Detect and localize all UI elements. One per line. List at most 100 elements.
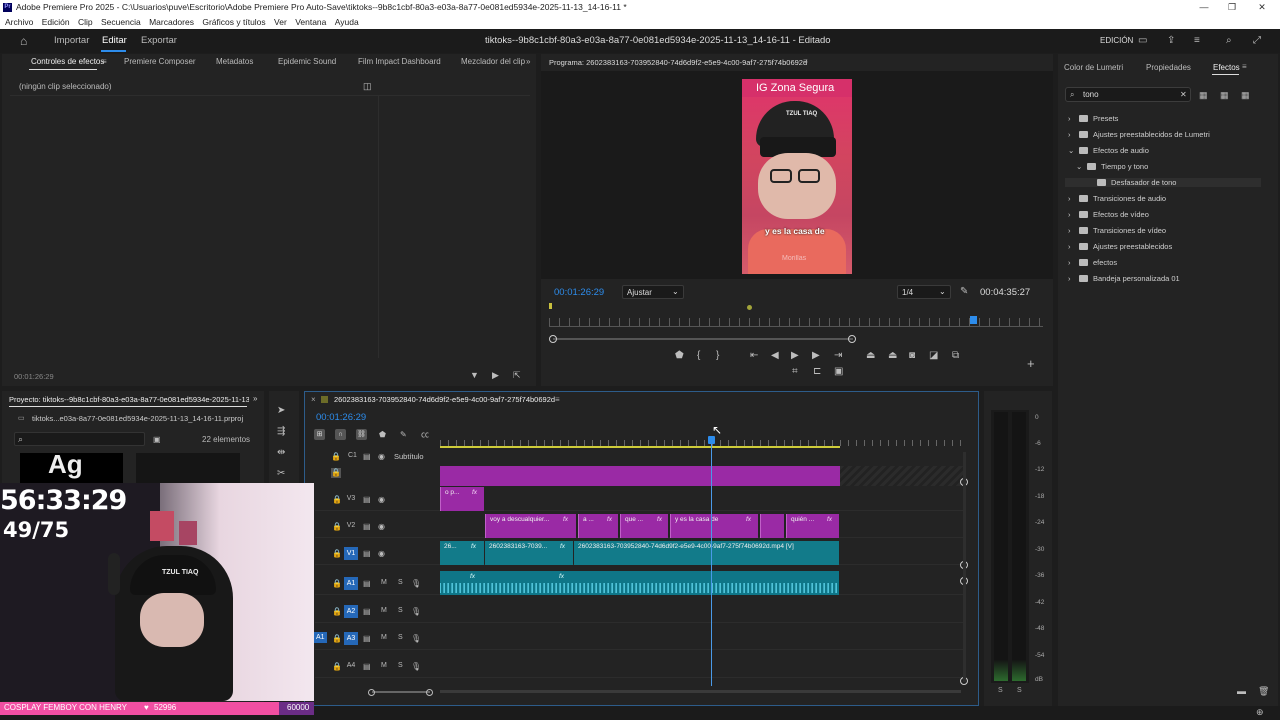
chevron-right-icon[interactable]: › bbox=[1068, 114, 1079, 123]
step-back-icon[interactable]: ◀ bbox=[771, 351, 779, 361]
v2-clip-2[interactable]: a ... fx bbox=[578, 514, 618, 538]
chevron-down-icon[interactable]: ⌄ bbox=[1076, 162, 1087, 171]
menu-item-ventana[interactable]: Ventana bbox=[295, 17, 326, 27]
filter-icon[interactable]: ▼ bbox=[470, 370, 479, 380]
project-search-input[interactable]: ⌕ bbox=[14, 432, 145, 446]
tab-premiere-composer[interactable]: Premiere Composer bbox=[124, 54, 196, 70]
effects-tree-item[interactable]: › Transiciones de vídeo bbox=[1068, 226, 1166, 235]
tab-effect-controls[interactable]: Controles de efectos bbox=[31, 54, 104, 70]
menu-item-edicion[interactable]: Edición bbox=[42, 17, 70, 27]
track-v3-label[interactable]: V3 bbox=[344, 495, 358, 502]
multi-camera-icon[interactable]: ⧉ bbox=[952, 351, 959, 361]
zoom-handle-right[interactable] bbox=[848, 335, 856, 343]
effects-tree-item[interactable]: Desfasador de tono bbox=[1065, 178, 1261, 187]
microphone-icon[interactable]: 🎙 bbox=[411, 579, 421, 588]
track-a1-label[interactable]: A1 bbox=[344, 577, 358, 590]
eye-icon[interactable]: ◉ bbox=[378, 452, 385, 462]
lock-icon[interactable]: 🔒 bbox=[332, 607, 342, 616]
sync-lock-icon[interactable]: ▤ bbox=[363, 549, 371, 558]
track-a4-label[interactable]: A4 bbox=[344, 662, 358, 669]
timeline-horizontal-scrollbar[interactable] bbox=[368, 689, 433, 696]
more-tabs-icon[interactable]: » bbox=[526, 54, 530, 70]
safe-margins-icon[interactable]: ⌗ bbox=[792, 367, 798, 377]
timeline-menu-icon[interactable]: ≡ bbox=[555, 395, 560, 404]
fit-dropdown[interactable]: Ajustar ⌄ bbox=[622, 285, 684, 299]
program-timecode[interactable]: 00:01:26:29 bbox=[554, 287, 604, 298]
trim-icon[interactable]: ⊏ bbox=[813, 367, 821, 377]
effects-search-input[interactable]: ⌕ tono ✕ bbox=[1065, 87, 1191, 102]
sync-lock-icon[interactable]: ▤ bbox=[363, 495, 371, 504]
a1-audio-clip[interactable]: fx fx bbox=[440, 571, 839, 595]
solo-left-button[interactable]: S bbox=[998, 687, 1003, 694]
tab-properties[interactable]: Propiedades bbox=[1146, 63, 1191, 72]
share-icon[interactable]: ⇪ bbox=[1167, 36, 1175, 46]
lock-icon[interactable]: 🔒 bbox=[332, 634, 342, 643]
mute-button[interactable]: M bbox=[381, 662, 387, 669]
chevron-right-icon[interactable]: › bbox=[1068, 226, 1079, 235]
timeline-vertical-scrollbar[interactable] bbox=[963, 452, 966, 682]
frame-icon[interactable]: ▣ bbox=[834, 367, 843, 377]
track-a2-label[interactable]: A2 bbox=[344, 605, 358, 618]
compare-view-icon[interactable]: ◪ bbox=[929, 351, 938, 361]
lock-icon[interactable]: 🔒 bbox=[332, 662, 342, 671]
more-tabs-icon[interactable]: » bbox=[253, 394, 257, 403]
solo-button[interactable]: S bbox=[398, 579, 403, 586]
sync-lock-icon[interactable]: ▤ bbox=[363, 522, 371, 531]
effects-tree-item[interactable]: › Presets bbox=[1068, 114, 1118, 123]
tab-clip-mixer[interactable]: Mezclador del clip bbox=[461, 54, 525, 70]
v3-clip[interactable]: o p... fx bbox=[440, 487, 484, 511]
program-ruler[interactable] bbox=[549, 318, 1043, 326]
effects-menu-icon[interactable]: ≡ bbox=[1242, 62, 1247, 71]
v2-clip-4[interactable]: y es la casa de fx bbox=[670, 514, 758, 538]
project-thumbnail-2[interactable] bbox=[136, 453, 240, 483]
menu-item-graficos[interactable]: Gráficos y títulos bbox=[202, 17, 265, 27]
solo-button[interactable]: S bbox=[398, 634, 403, 641]
sync-lock-icon[interactable]: ▤ bbox=[363, 662, 371, 671]
yuv-effects-icon[interactable]: ▦ bbox=[1241, 90, 1250, 100]
step-forward-icon[interactable]: ▶ bbox=[812, 351, 820, 361]
mark-in-icon[interactable]: { bbox=[697, 351, 700, 361]
track-a3-label[interactable]: A3 bbox=[344, 632, 358, 645]
v2-clip-3[interactable]: que ... fx bbox=[620, 514, 668, 538]
program-marker[interactable] bbox=[747, 305, 752, 310]
effects-tree-item[interactable]: ⌄ Tiempo y tono bbox=[1076, 162, 1148, 171]
tab-lumetri-color[interactable]: Color de Lumetri bbox=[1064, 63, 1123, 72]
chevron-right-icon[interactable]: › bbox=[1068, 210, 1079, 219]
chevron-right-icon[interactable]: › bbox=[1068, 258, 1079, 267]
sync-lock-icon[interactable]: ▤ bbox=[363, 607, 371, 616]
effects-tree-item[interactable]: › Bandeja personalizada 01 bbox=[1068, 274, 1180, 283]
chevron-right-icon[interactable]: › bbox=[1068, 242, 1079, 251]
effects-tree-item[interactable]: › Transiciones de audio bbox=[1068, 194, 1166, 203]
captions-icon[interactable]: ㏄ bbox=[421, 430, 429, 440]
extract-icon[interactable]: ⏏ bbox=[888, 351, 897, 361]
effects-tree-item[interactable]: › Ajustes preestablecidos bbox=[1068, 242, 1172, 251]
v1-clip-3[interactable]: 2602383163-703952840-74d6d9f2-e5e9-4c00-… bbox=[574, 541, 839, 565]
menu-item-secuencia[interactable]: Secuencia bbox=[101, 17, 141, 27]
import-tab[interactable]: Importar bbox=[54, 29, 89, 53]
solo-button[interactable]: S bbox=[398, 607, 403, 614]
ec-export-icon[interactable]: ⇱ bbox=[513, 370, 521, 380]
chevron-right-icon[interactable]: › bbox=[1068, 274, 1079, 283]
eye-icon[interactable]: ◉ bbox=[378, 495, 385, 504]
tab-metadata[interactable]: Metadatos bbox=[216, 54, 253, 70]
timeline-settings-icon[interactable]: ✎ bbox=[400, 430, 407, 440]
32bit-effects-icon[interactable]: ▦ bbox=[1220, 90, 1229, 100]
accelerated-effects-icon[interactable]: ▦ bbox=[1199, 90, 1208, 100]
chevron-right-icon[interactable]: › bbox=[1068, 130, 1079, 139]
close-icon[interactable]: × bbox=[311, 395, 316, 404]
track-select-icon[interactable]: ⇶ bbox=[277, 427, 285, 437]
v2-clip-5[interactable] bbox=[760, 514, 784, 538]
track-v1-label[interactable]: V1 bbox=[344, 547, 358, 560]
project-thumbnail-1[interactable]: Ag bbox=[20, 453, 123, 483]
v2-clip-1[interactable]: voy a descualquier... fx bbox=[485, 514, 576, 538]
go-to-in-icon[interactable]: ⇤ bbox=[750, 351, 758, 361]
menu-lines-icon[interactable]: ≡ bbox=[1194, 36, 1200, 46]
add-button-icon[interactable]: + bbox=[1027, 357, 1035, 370]
fullscreen-icon[interactable]: ⤢ bbox=[1253, 36, 1261, 46]
scroll-handle-left[interactable] bbox=[368, 689, 375, 696]
minimize-button[interactable]: — bbox=[1190, 0, 1218, 15]
razor-tool-icon[interactable]: ✂ bbox=[277, 469, 285, 479]
add-marker-icon[interactable]: ⬟ bbox=[675, 351, 684, 361]
status-info-icon[interactable]: ⊕ bbox=[1256, 707, 1264, 718]
menu-item-clip[interactable]: Clip bbox=[78, 17, 93, 27]
